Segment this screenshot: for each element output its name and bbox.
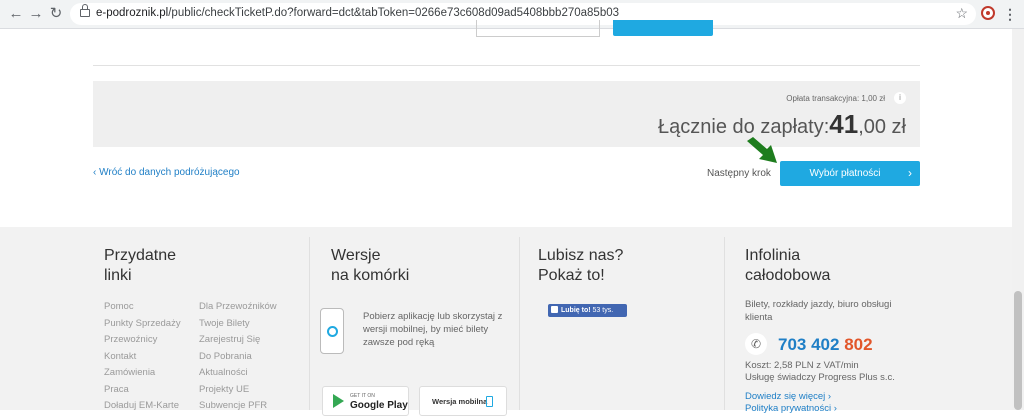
next-step-label: Następny krok: [707, 168, 771, 179]
scrollbar-thumb[interactable]: [1014, 291, 1022, 410]
footer-link[interactable]: Do Pobrania: [199, 349, 277, 366]
footer-link[interactable]: Praca: [104, 382, 181, 399]
facebook-like-button[interactable]: Lubię to! 53 tys.: [548, 304, 627, 317]
smartphone-icon: [320, 308, 344, 354]
payment-choice-button[interactable]: Wybór płatności ›: [780, 161, 920, 186]
footer-link[interactable]: Doładuj EM-Karte: [104, 398, 181, 415]
total-label: Łącznie do zapłaty:: [658, 116, 830, 138]
app-description: Pobierz aplikację lub skorzystaj z wersj…: [363, 311, 503, 348]
footer-divider: [724, 237, 725, 410]
hotline-cost: Koszt: 2,58 PLN z VAT/min Usługę świadcz…: [745, 360, 895, 383]
mobile-version-button[interactable]: Wersja mobilna: [419, 386, 507, 416]
reload-icon[interactable]: ↻: [46, 4, 66, 24]
green-arrow-icon: [747, 137, 777, 163]
transaction-fee: Opłata transakcyjna: 1,00 zł: [786, 94, 885, 103]
footer-link[interactable]: Zarejestruj Się: [199, 332, 277, 349]
hotline-description: Bilety, rozkłady jazdy, biuro obsługi kl…: [745, 299, 892, 323]
footer-divider: [519, 237, 520, 410]
extension-icon[interactable]: [981, 6, 995, 20]
total-amount: Łącznie do zapłaty:41,00 zł: [658, 109, 906, 140]
page-scrollbar[interactable]: [1012, 29, 1024, 410]
phone-icon: ✆: [745, 333, 767, 355]
url-text[interactable]: e-podroznik.pl/public/checkTicketP.do?fo…: [96, 7, 619, 19]
footer-link[interactable]: Projekty UE: [199, 382, 277, 399]
cut-off-button[interactable]: [613, 20, 713, 36]
google-play-icon: [333, 394, 344, 408]
learn-more-link[interactable]: Dowiedz się więcej ›: [745, 391, 837, 403]
hotline-title: Infolinia całodobowa: [745, 247, 831, 284]
forward-arrow-icon[interactable]: →: [26, 4, 46, 24]
hotline-links: Dowiedz się więcej › Polityka prywatnośc…: [745, 391, 837, 415]
footer-link[interactable]: Dla Przewoźników: [199, 299, 277, 316]
footer-link[interactable]: Subwencje PFR: [199, 398, 277, 415]
useful-links-title: Przydatne linki: [104, 247, 177, 284]
payment-summary: Opłata transakcyjna: 1,00 zł i Łącznie d…: [93, 81, 920, 147]
footer-link[interactable]: Zamówienia: [104, 365, 181, 382]
lock-icon: [80, 4, 90, 17]
mobile-versions-title: Wersje na komórki: [331, 247, 410, 284]
browser-menu-icon[interactable]: ⋮: [1003, 4, 1017, 24]
section-divider: [93, 65, 920, 66]
footer-link[interactable]: Przewoźnicy: [104, 332, 181, 349]
chevron-right-icon: ›: [908, 166, 912, 180]
useful-links-col2: Dla Przewoźników Twoje Bilety Zarejestru…: [199, 299, 277, 415]
hotline-number[interactable]: 703 402 802: [778, 335, 873, 355]
useful-links-col1: Pomoc Punkty Sprzedaży Przewoźnicy Konta…: [104, 299, 181, 415]
footer-link[interactable]: Kontakt: [104, 349, 181, 366]
footer-link[interactable]: Punkty Sprzedaży: [104, 316, 181, 333]
footer-link[interactable]: Aktualności: [199, 365, 277, 382]
footer: Przydatne linki Pomoc Punkty Sprzedaży Pr…: [0, 227, 1012, 416]
google-play-button[interactable]: GET IT ON Google Play: [322, 386, 409, 416]
thumbs-up-icon: [551, 306, 558, 313]
like-us-title: Lubisz nas? Pokaż to!: [538, 247, 624, 284]
bookmark-star-icon[interactable]: ☆: [955, 5, 968, 22]
total-main: 41: [829, 109, 859, 139]
cut-off-input[interactable]: [476, 20, 600, 37]
mobile-phone-icon: [486, 396, 493, 407]
chevron-left-icon: ‹: [93, 167, 97, 178]
footer-link[interactable]: Pomoc: [104, 299, 181, 316]
footer-divider: [309, 237, 310, 410]
back-arrow-icon[interactable]: ←: [6, 4, 26, 24]
total-rest: ,00 zł: [858, 116, 906, 138]
back-to-passenger-link[interactable]: ‹ Wróć do danych podróżującego: [93, 167, 240, 178]
footer-link[interactable]: Twoje Bilety: [199, 316, 277, 333]
info-icon[interactable]: i: [894, 92, 906, 104]
privacy-policy-link[interactable]: Polityka prywatności ›: [745, 403, 837, 415]
